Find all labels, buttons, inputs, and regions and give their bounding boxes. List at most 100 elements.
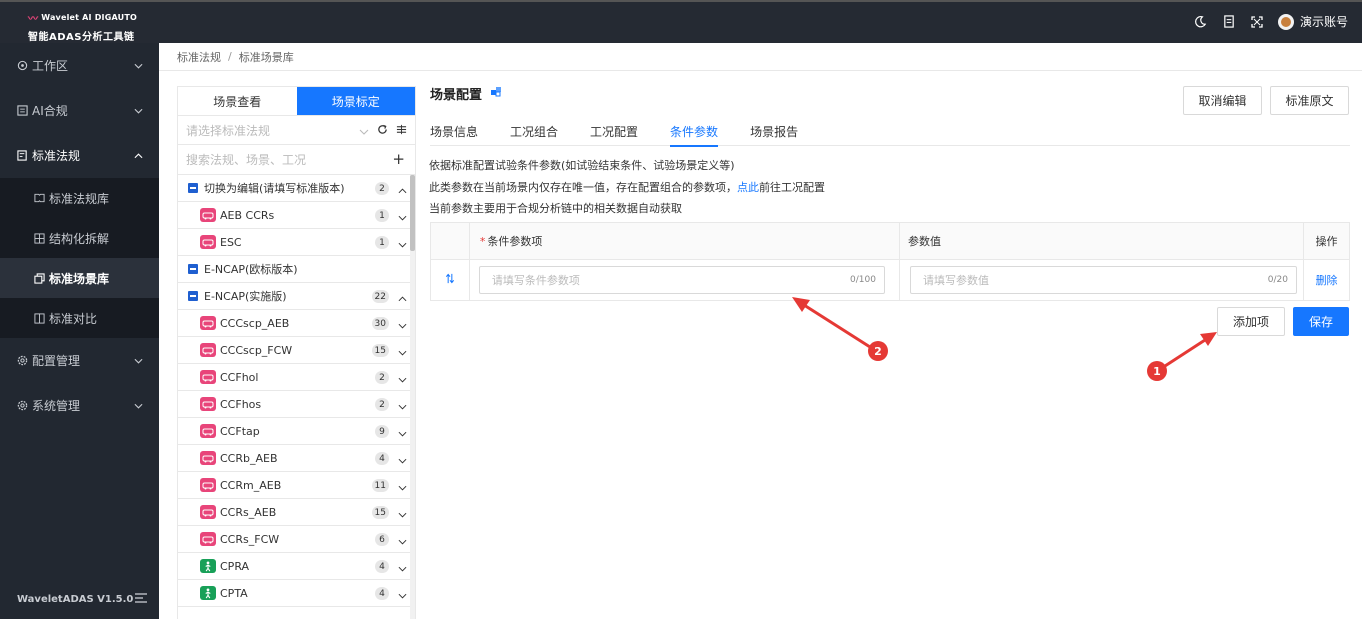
collapse-square-icon[interactable] (188, 183, 198, 193)
chevron-down-icon[interactable] (398, 535, 407, 548)
sort-arrows-icon[interactable] (445, 273, 455, 287)
chevron-down-icon[interactable] (398, 319, 407, 332)
tab-scenario-report[interactable]: 场景报告 (750, 116, 798, 146)
sidebar-item-structured-breakdown[interactable]: 结构化拆解 (0, 218, 159, 258)
tree-label: CCFhos (220, 397, 262, 411)
plus-icon[interactable]: + (392, 150, 405, 168)
collapse-square-icon[interactable] (188, 291, 198, 301)
count-badge: 15 (371, 344, 389, 357)
tree-item[interactable]: CCFtap 9 (178, 418, 415, 445)
tree-label: CCFhol (220, 370, 259, 384)
header-cell-op: 操作 (1304, 223, 1349, 259)
app-logo[interactable]: 〰 Wavelet AI DIGAUTO 智能ADAS分析工具链 (28, 10, 137, 43)
tab-condition-params[interactable]: 条件参数 (670, 116, 719, 147)
scenario-tree-panel: 场景查看 场景标定 请选择标准法规 搜索法规、场景、工况 + 切换为编辑(请填写… (177, 86, 416, 619)
cancel-edit-button[interactable]: 取消编辑 (1183, 86, 1262, 115)
param-value-input[interactable]: 请填写参数值 0/20 (910, 266, 1297, 294)
tree-item[interactable]: CCCscp_AEB 30 (178, 310, 415, 337)
description-line-1: 依据标准配置试验条件参数(如试验结束条件、试验场景定义等) (429, 159, 735, 172)
regulation-select[interactable]: 请选择标准法规 (178, 116, 415, 145)
collapse-square-icon[interactable] (188, 264, 198, 274)
chevron-down-icon[interactable] (398, 454, 407, 467)
tree-scrollbar[interactable] (410, 175, 415, 619)
char-counter: 0/100 (849, 275, 876, 285)
sidebar-item-regulation-library[interactable]: 标准法规库 (0, 178, 159, 218)
tree-label: E-NCAP(欧标版本) (204, 263, 298, 276)
fullscreen-icon[interactable] (1250, 15, 1264, 29)
count-badge: 1 (375, 209, 389, 222)
filter-icon[interactable] (396, 124, 407, 138)
tab-condition-config[interactable]: 工况配置 (590, 116, 638, 146)
car-icon (200, 316, 216, 330)
chevron-down-icon[interactable] (398, 427, 407, 440)
tab-condition-combination[interactable]: 工况组合 (510, 116, 558, 146)
count-badge: 2 (375, 182, 389, 195)
tree-group[interactable]: 切换为编辑(请填写标准版本) 2 (178, 175, 415, 202)
chevron-up-icon[interactable] (398, 292, 407, 305)
sidebar-item-regulations[interactable]: 标准法规 (0, 133, 159, 178)
chevron-down-icon[interactable] (398, 211, 407, 224)
chevron-up-icon[interactable] (398, 184, 407, 197)
tree-item[interactable]: CCCscp_FCW 15 (178, 337, 415, 364)
goto-condition-config-link[interactable]: 点此 (737, 181, 759, 194)
chevron-down-icon[interactable] (398, 346, 407, 359)
drag-handle[interactable] (431, 260, 470, 300)
tree-item[interactable]: CCRm_AEB 11 (178, 472, 415, 499)
sidebar-item-label: 配置管理 (32, 354, 81, 368)
collapse-menu-icon[interactable] (135, 593, 147, 606)
tree-label: CCRm_AEB (220, 478, 282, 492)
chevron-down-icon[interactable] (398, 373, 407, 386)
scrollbar-thumb[interactable] (410, 175, 415, 251)
standard-original-button[interactable]: 标准原文 (1270, 86, 1349, 115)
arrowhead-1 (1200, 332, 1217, 346)
delete-link[interactable]: 删除 (1316, 272, 1338, 288)
tree-item[interactable]: CPRA 4 (178, 553, 415, 580)
chevron-down-icon[interactable] (398, 400, 407, 413)
tab-scenario-calibration[interactable]: 场景标定 (296, 87, 415, 115)
breadcrumb: 标准法规 / 标准场景库 (159, 43, 1362, 71)
tab-scenario-info[interactable]: 场景信息 (430, 116, 478, 146)
tree-search-input[interactable]: 搜索法规、场景、工况 + (178, 145, 415, 175)
user-menu[interactable]: 演示账号 (1277, 13, 1348, 30)
document-icon[interactable] (1222, 15, 1236, 29)
description-line-2: 此类参数在当前场景内仅存在唯一值，存在配置组合的参数项，点此前往工况配置 (429, 179, 825, 195)
refresh-icon[interactable] (377, 124, 388, 138)
sidebar-item-scenario-library[interactable]: 标准场景库 (0, 258, 159, 298)
sidebar-item-workspace[interactable]: 工作区 (0, 43, 159, 88)
save-button[interactable]: 保存 (1293, 307, 1349, 336)
tree-group[interactable]: E-NCAP(实施版) 22 (178, 283, 415, 310)
chevron-down-icon[interactable] (398, 238, 407, 251)
add-item-button[interactable]: 添加项 (1217, 307, 1285, 336)
chevron-down-icon[interactable] (398, 481, 407, 494)
sidebar-item-ai-compliance[interactable]: AI合规 (0, 88, 159, 133)
puzzle-icon[interactable] (490, 86, 502, 102)
page-title: 场景配置 (430, 84, 502, 103)
breadcrumb-link[interactable]: 标准法规 (177, 49, 221, 65)
param-name-input[interactable]: 请填写条件参数项 0/100 (478, 266, 885, 294)
chevron-down-icon[interactable] (398, 562, 407, 575)
chevron-down-icon[interactable] (398, 589, 407, 602)
tree-item[interactable]: CCRs_FCW 6 (178, 526, 415, 553)
tree-label: CCRs_AEB (220, 505, 277, 519)
chevron-down-icon (359, 124, 369, 138)
tree-item[interactable]: AEB CCRs 1 (178, 202, 415, 229)
tree-label: CCCscp_AEB (220, 316, 290, 330)
tree-item[interactable]: CCFhol 2 (178, 364, 415, 391)
tree-item[interactable]: ESC 1 (178, 229, 415, 256)
tree-item[interactable]: CPTA 4 (178, 580, 415, 607)
count-badge: 30 (371, 317, 389, 330)
tree-item[interactable]: CCRs_AEB 15 (178, 499, 415, 526)
tab-scenario-view[interactable]: 场景查看 (178, 87, 297, 115)
app-subtitle: 智能ADAS分析工具链 (28, 32, 135, 43)
moon-icon[interactable] (1194, 15, 1208, 29)
tree-group[interactable]: E-NCAP(欧标版本) (178, 256, 415, 283)
sidebar-item-standard-compare[interactable]: 标准对比 (0, 298, 159, 338)
tree-item[interactable]: CCRb_AEB 4 (178, 445, 415, 472)
sidebar-item-config-management[interactable]: 配置管理 (0, 338, 159, 383)
params-table: * 条件参数项 参数值 操作 请填写条件参数项 0/100 请填写参数值 0/20… (430, 222, 1350, 301)
tree-item[interactable]: CCFhos 2 (178, 391, 415, 418)
sidebar-item-system-management[interactable]: 系统管理 (0, 383, 159, 428)
count-badge: 4 (375, 560, 389, 573)
chevron-down-icon[interactable] (398, 508, 407, 521)
tree-label: AEB CCRs (220, 208, 275, 222)
